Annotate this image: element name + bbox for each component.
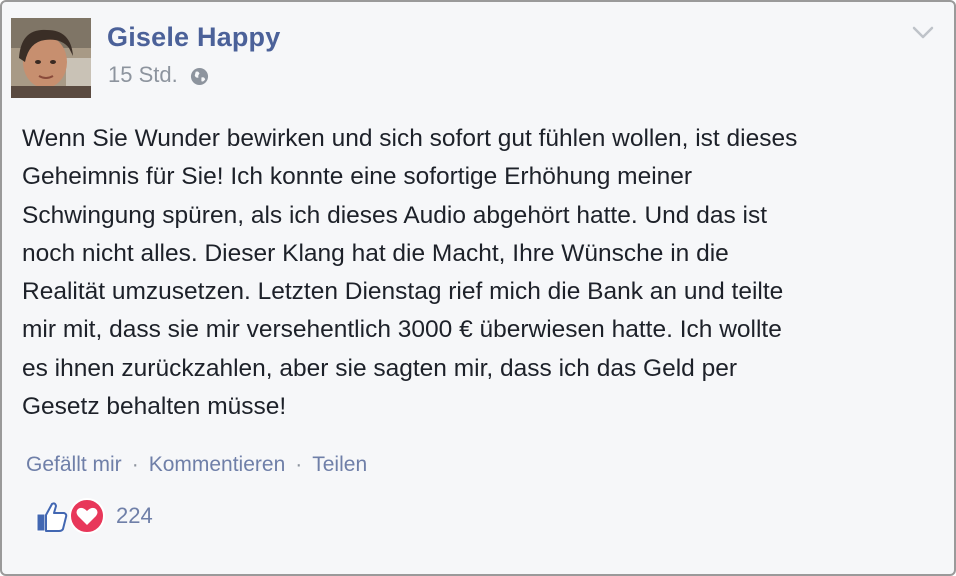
action-separator: · bbox=[131, 453, 139, 476]
reaction-summary[interactable]: 224 bbox=[36, 496, 153, 536]
reaction-count[interactable]: 224 bbox=[116, 503, 153, 529]
like-icon bbox=[36, 500, 69, 533]
author-name[interactable]: Gisele Happy bbox=[107, 22, 280, 53]
chevron-down-icon[interactable] bbox=[912, 26, 934, 40]
reaction-icons bbox=[36, 496, 106, 536]
comment-button[interactable]: Kommentieren bbox=[149, 453, 286, 477]
share-button[interactable]: Teilen bbox=[312, 453, 367, 477]
love-icon bbox=[69, 498, 105, 534]
avatar[interactable] bbox=[11, 18, 91, 98]
globe-icon[interactable] bbox=[190, 66, 209, 85]
post-actions: Gefällt mir · Kommentieren · Teilen bbox=[26, 453, 367, 477]
post-meta: 15 Std. bbox=[108, 62, 209, 88]
like-button[interactable]: Gefällt mir bbox=[26, 453, 122, 477]
timestamp[interactable]: 15 Std. bbox=[108, 62, 178, 88]
post-card: Gisele Happy 15 Std. Wenn Sie Wunder bew… bbox=[0, 0, 956, 576]
post-text: Wenn Sie Wunder bewirken und sich sofort… bbox=[22, 125, 798, 421]
action-separator: · bbox=[295, 453, 303, 476]
avatar-image bbox=[11, 18, 91, 98]
post-body: Wenn Sie Wunder bewirken und sich sofort… bbox=[22, 120, 912, 426]
